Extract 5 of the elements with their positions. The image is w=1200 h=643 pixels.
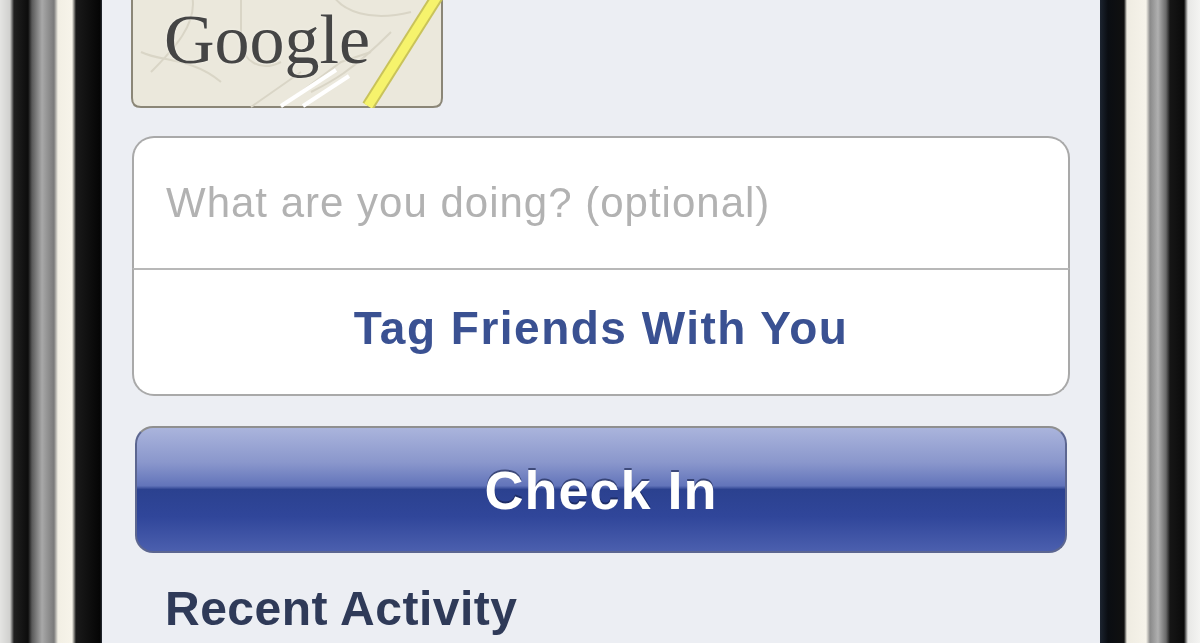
tag-friends-button[interactable]: Tag Friends With You — [132, 268, 1070, 396]
recent-activity-heading: Recent Activity — [164, 583, 518, 636]
check-in-button[interactable]: Check In — [135, 426, 1067, 553]
status-input-field[interactable]: What are you doing? (optional) — [132, 136, 1070, 268]
map-attribution-text: Google — [164, 1, 371, 78]
